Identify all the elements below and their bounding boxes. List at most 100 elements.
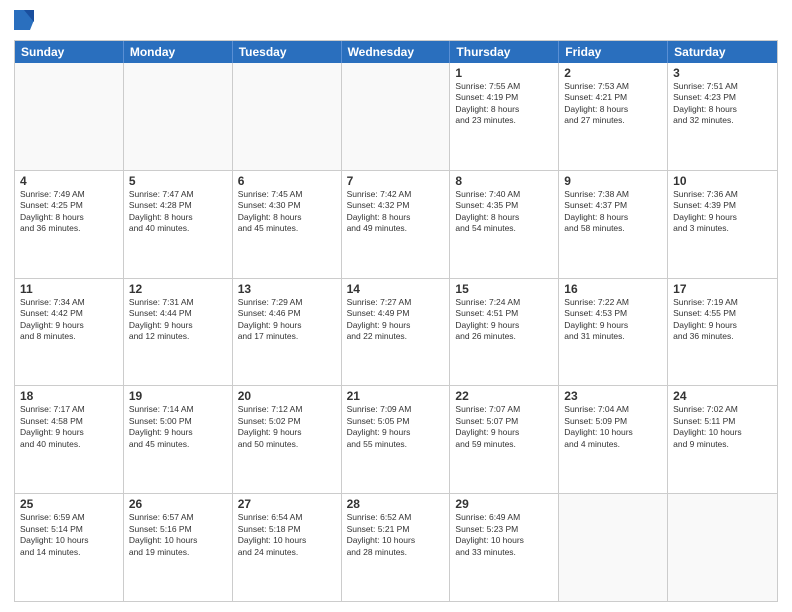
calendar-cell-3-2: 20Sunrise: 7:12 AM Sunset: 5:02 PM Dayli…	[233, 386, 342, 493]
calendar-cell-1-0: 4Sunrise: 7:49 AM Sunset: 4:25 PM Daylig…	[15, 171, 124, 278]
calendar-cell-4-5	[559, 494, 668, 601]
day-number: 22	[455, 389, 553, 403]
day-number: 6	[238, 174, 336, 188]
calendar: SundayMondayTuesdayWednesdayThursdayFrid…	[14, 40, 778, 602]
calendar-row-2: 11Sunrise: 7:34 AM Sunset: 4:42 PM Dayli…	[15, 278, 777, 386]
cell-info: Sunrise: 7:34 AM Sunset: 4:42 PM Dayligh…	[20, 297, 118, 343]
cell-info: Sunrise: 7:55 AM Sunset: 4:19 PM Dayligh…	[455, 81, 553, 127]
calendar-row-4: 25Sunrise: 6:59 AM Sunset: 5:14 PM Dayli…	[15, 493, 777, 601]
header-day-sunday: Sunday	[15, 41, 124, 63]
calendar-cell-1-1: 5Sunrise: 7:47 AM Sunset: 4:28 PM Daylig…	[124, 171, 233, 278]
day-number: 23	[564, 389, 662, 403]
calendar-cell-0-6: 3Sunrise: 7:51 AM Sunset: 4:23 PM Daylig…	[668, 63, 777, 170]
cell-info: Sunrise: 7:07 AM Sunset: 5:07 PM Dayligh…	[455, 404, 553, 450]
cell-info: Sunrise: 7:36 AM Sunset: 4:39 PM Dayligh…	[673, 189, 772, 235]
day-number: 9	[564, 174, 662, 188]
header	[14, 10, 778, 34]
cell-info: Sunrise: 7:02 AM Sunset: 5:11 PM Dayligh…	[673, 404, 772, 450]
cell-info: Sunrise: 7:12 AM Sunset: 5:02 PM Dayligh…	[238, 404, 336, 450]
calendar-cell-2-4: 15Sunrise: 7:24 AM Sunset: 4:51 PM Dayli…	[450, 279, 559, 386]
cell-info: Sunrise: 7:38 AM Sunset: 4:37 PM Dayligh…	[564, 189, 662, 235]
day-number: 26	[129, 497, 227, 511]
day-number: 20	[238, 389, 336, 403]
cell-info: Sunrise: 7:51 AM Sunset: 4:23 PM Dayligh…	[673, 81, 772, 127]
calendar-cell-3-0: 18Sunrise: 7:17 AM Sunset: 4:58 PM Dayli…	[15, 386, 124, 493]
logo	[14, 10, 38, 34]
calendar-cell-4-2: 27Sunrise: 6:54 AM Sunset: 5:18 PM Dayli…	[233, 494, 342, 601]
calendar-cell-2-6: 17Sunrise: 7:19 AM Sunset: 4:55 PM Dayli…	[668, 279, 777, 386]
calendar-cell-3-5: 23Sunrise: 7:04 AM Sunset: 5:09 PM Dayli…	[559, 386, 668, 493]
calendar-cell-0-4: 1Sunrise: 7:55 AM Sunset: 4:19 PM Daylig…	[450, 63, 559, 170]
day-number: 25	[20, 497, 118, 511]
day-number: 8	[455, 174, 553, 188]
calendar-cell-3-1: 19Sunrise: 7:14 AM Sunset: 5:00 PM Dayli…	[124, 386, 233, 493]
logo-icon	[14, 10, 34, 34]
cell-info: Sunrise: 7:22 AM Sunset: 4:53 PM Dayligh…	[564, 297, 662, 343]
cell-info: Sunrise: 7:53 AM Sunset: 4:21 PM Dayligh…	[564, 81, 662, 127]
calendar-cell-4-3: 28Sunrise: 6:52 AM Sunset: 5:21 PM Dayli…	[342, 494, 451, 601]
calendar-cell-4-0: 25Sunrise: 6:59 AM Sunset: 5:14 PM Dayli…	[15, 494, 124, 601]
cell-info: Sunrise: 6:59 AM Sunset: 5:14 PM Dayligh…	[20, 512, 118, 558]
cell-info: Sunrise: 6:57 AM Sunset: 5:16 PM Dayligh…	[129, 512, 227, 558]
header-day-saturday: Saturday	[668, 41, 777, 63]
day-number: 5	[129, 174, 227, 188]
calendar-cell-1-5: 9Sunrise: 7:38 AM Sunset: 4:37 PM Daylig…	[559, 171, 668, 278]
cell-info: Sunrise: 7:24 AM Sunset: 4:51 PM Dayligh…	[455, 297, 553, 343]
cell-info: Sunrise: 7:47 AM Sunset: 4:28 PM Dayligh…	[129, 189, 227, 235]
header-day-thursday: Thursday	[450, 41, 559, 63]
calendar-cell-4-6	[668, 494, 777, 601]
calendar-cell-2-1: 12Sunrise: 7:31 AM Sunset: 4:44 PM Dayli…	[124, 279, 233, 386]
calendar-cell-1-6: 10Sunrise: 7:36 AM Sunset: 4:39 PM Dayli…	[668, 171, 777, 278]
calendar-cell-1-4: 8Sunrise: 7:40 AM Sunset: 4:35 PM Daylig…	[450, 171, 559, 278]
day-number: 18	[20, 389, 118, 403]
cell-info: Sunrise: 7:09 AM Sunset: 5:05 PM Dayligh…	[347, 404, 445, 450]
calendar-cell-3-4: 22Sunrise: 7:07 AM Sunset: 5:07 PM Dayli…	[450, 386, 559, 493]
day-number: 1	[455, 66, 553, 80]
day-number: 10	[673, 174, 772, 188]
calendar-cell-2-0: 11Sunrise: 7:34 AM Sunset: 4:42 PM Dayli…	[15, 279, 124, 386]
day-number: 21	[347, 389, 445, 403]
day-number: 27	[238, 497, 336, 511]
cell-info: Sunrise: 6:52 AM Sunset: 5:21 PM Dayligh…	[347, 512, 445, 558]
calendar-cell-2-5: 16Sunrise: 7:22 AM Sunset: 4:53 PM Dayli…	[559, 279, 668, 386]
header-day-friday: Friday	[559, 41, 668, 63]
calendar-row-0: 1Sunrise: 7:55 AM Sunset: 4:19 PM Daylig…	[15, 63, 777, 170]
calendar-body: 1Sunrise: 7:55 AM Sunset: 4:19 PM Daylig…	[15, 63, 777, 601]
cell-info: Sunrise: 7:40 AM Sunset: 4:35 PM Dayligh…	[455, 189, 553, 235]
day-number: 29	[455, 497, 553, 511]
calendar-cell-1-3: 7Sunrise: 7:42 AM Sunset: 4:32 PM Daylig…	[342, 171, 451, 278]
calendar-cell-4-1: 26Sunrise: 6:57 AM Sunset: 5:16 PM Dayli…	[124, 494, 233, 601]
cell-info: Sunrise: 7:29 AM Sunset: 4:46 PM Dayligh…	[238, 297, 336, 343]
calendar-cell-2-3: 14Sunrise: 7:27 AM Sunset: 4:49 PM Dayli…	[342, 279, 451, 386]
calendar-cell-3-3: 21Sunrise: 7:09 AM Sunset: 5:05 PM Dayli…	[342, 386, 451, 493]
calendar-cell-0-5: 2Sunrise: 7:53 AM Sunset: 4:21 PM Daylig…	[559, 63, 668, 170]
calendar-cell-1-2: 6Sunrise: 7:45 AM Sunset: 4:30 PM Daylig…	[233, 171, 342, 278]
day-number: 24	[673, 389, 772, 403]
cell-info: Sunrise: 7:14 AM Sunset: 5:00 PM Dayligh…	[129, 404, 227, 450]
calendar-cell-0-0	[15, 63, 124, 170]
header-day-tuesday: Tuesday	[233, 41, 342, 63]
day-number: 19	[129, 389, 227, 403]
calendar-cell-0-1	[124, 63, 233, 170]
day-number: 4	[20, 174, 118, 188]
header-day-wednesday: Wednesday	[342, 41, 451, 63]
day-number: 11	[20, 282, 118, 296]
cell-info: Sunrise: 7:49 AM Sunset: 4:25 PM Dayligh…	[20, 189, 118, 235]
calendar-cell-4-4: 29Sunrise: 6:49 AM Sunset: 5:23 PM Dayli…	[450, 494, 559, 601]
day-number: 2	[564, 66, 662, 80]
cell-info: Sunrise: 6:49 AM Sunset: 5:23 PM Dayligh…	[455, 512, 553, 558]
day-number: 15	[455, 282, 553, 296]
calendar-cell-0-2	[233, 63, 342, 170]
day-number: 12	[129, 282, 227, 296]
day-number: 16	[564, 282, 662, 296]
header-day-monday: Monday	[124, 41, 233, 63]
cell-info: Sunrise: 7:45 AM Sunset: 4:30 PM Dayligh…	[238, 189, 336, 235]
cell-info: Sunrise: 7:17 AM Sunset: 4:58 PM Dayligh…	[20, 404, 118, 450]
calendar-cell-2-2: 13Sunrise: 7:29 AM Sunset: 4:46 PM Dayli…	[233, 279, 342, 386]
page: SundayMondayTuesdayWednesdayThursdayFrid…	[0, 0, 792, 612]
day-number: 28	[347, 497, 445, 511]
day-number: 13	[238, 282, 336, 296]
day-number: 17	[673, 282, 772, 296]
cell-info: Sunrise: 7:04 AM Sunset: 5:09 PM Dayligh…	[564, 404, 662, 450]
calendar-cell-0-3	[342, 63, 451, 170]
